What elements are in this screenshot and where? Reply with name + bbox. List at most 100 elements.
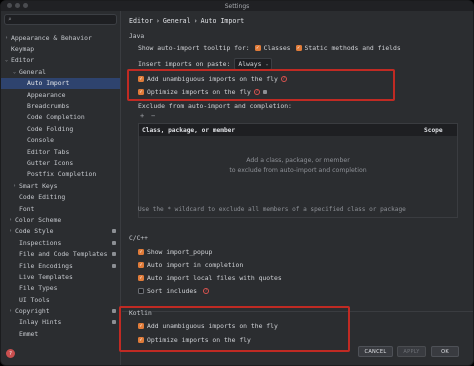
sidebar-item-code-editing[interactable]: Code Editing xyxy=(1,191,120,202)
sidebar-item-label: File Encodings xyxy=(19,261,73,270)
settings-sidebar: ⌕ › Appearance & Behavior Keymap ⌄ Editor ⌄ Ge… xyxy=(1,11,121,365)
window-title: Settings xyxy=(224,2,250,10)
tooltip-row: Show auto-import tooltip for: ✓ Classes … xyxy=(138,44,401,52)
sidebar-item-postfix-completion[interactable]: Postfix Completion xyxy=(1,169,120,180)
sidebar-item-font[interactable]: Font xyxy=(1,203,120,214)
breadcrumb-auto-import: Auto Import xyxy=(200,17,245,25)
sidebar-item-code-style[interactable]: › Code Style xyxy=(1,226,120,237)
sidebar-item-auto-import[interactable]: Auto Import xyxy=(1,77,120,89)
sidebar-item-label: Emmet xyxy=(19,329,39,338)
sidebar-item-label: File Types xyxy=(19,284,58,293)
cpp-show-popup-row: ✓ Show import_popup xyxy=(138,248,212,256)
sidebar-item-label: Editor Tabs xyxy=(27,147,70,156)
settings-window: Settings ⌕ › Appearance & Behavior Keymap ⌄… xyxy=(0,0,474,366)
sidebar-item-editor-tabs[interactable]: Editor Tabs xyxy=(1,146,120,157)
breadcrumb: Editor › General › Auto Import xyxy=(129,17,244,25)
project-settings-icon xyxy=(112,240,116,245)
sidebar-item-label: Inlay Hints xyxy=(19,318,62,327)
sidebar-item-file-encodings[interactable]: File Encodings xyxy=(1,260,120,271)
cpp-auto-import-quotes-row: ✓ Auto import local files with quotes xyxy=(138,274,282,282)
ok-button[interactable]: OK xyxy=(431,346,459,357)
sidebar-item-label: Breadcrumbs xyxy=(27,102,70,111)
static-methods-label: Static methods and fields xyxy=(304,44,401,52)
tooltip-label: Show auto-import tooltip for: xyxy=(138,44,250,52)
sidebar-item-label: Editor xyxy=(11,56,35,65)
sidebar-item-file-and-code-templates[interactable]: File and Code Templates xyxy=(1,248,120,259)
wildcard-note: Use the * wildcard to exclude all member… xyxy=(138,206,406,213)
project-settings-icon xyxy=(112,263,116,268)
sidebar-item-general[interactable]: ⌄ General xyxy=(1,66,120,77)
sidebar-item-inlay-hints[interactable]: Inlay Hints xyxy=(1,317,120,328)
breadcrumb-separator: › xyxy=(155,17,160,25)
sidebar-item-ui-tools[interactable]: UI Tools xyxy=(1,294,120,305)
title-bar: Settings xyxy=(1,1,473,11)
insert-imports-value: Always xyxy=(238,60,262,68)
show-import-popup-checkbox[interactable]: ✓ xyxy=(138,249,144,255)
sidebar-item-breadcrumbs[interactable]: Breadcrumbs xyxy=(1,100,120,111)
auto-import-quotes-label: Auto import local files with quotes xyxy=(147,274,282,282)
sidebar-item-keymap[interactable]: Keymap xyxy=(1,43,120,54)
sidebar-item-label: Keymap xyxy=(11,45,35,54)
cancel-button[interactable]: CANCEL xyxy=(358,346,393,357)
sidebar-item-emmet[interactable]: Emmet xyxy=(1,328,120,339)
sidebar-item-color-scheme[interactable]: › Color Scheme xyxy=(1,214,120,225)
sidebar-item-label: Appearance xyxy=(27,90,66,99)
cpp-sort-includes-row: Sort includes ? xyxy=(138,287,210,295)
zoom-window-button[interactable] xyxy=(23,3,28,8)
sidebar-item-gutter-icons[interactable]: Gutter Icons xyxy=(1,157,120,168)
help-icon[interactable]: ? xyxy=(6,349,15,358)
insert-imports-label: Insert imports on paste: xyxy=(138,60,231,68)
help-question-icon[interactable]: ? xyxy=(203,288,210,294)
auto-import-quotes-checkbox[interactable]: ✓ xyxy=(138,275,144,281)
apply-button[interactable]: APPLY xyxy=(397,346,426,357)
empty-state-line-1[interactable]: Add a class, package, or member xyxy=(139,157,457,164)
sidebar-item-label: File and Code Templates xyxy=(19,250,108,259)
column-header-scope[interactable]: Scope xyxy=(424,127,443,134)
search-icon: ⌕ xyxy=(8,16,12,23)
minimize-window-button[interactable] xyxy=(15,3,20,8)
classes-checkbox[interactable]: ✓ xyxy=(254,45,261,51)
sidebar-item-label: Postfix Completion xyxy=(27,170,97,179)
chevron-down-icon: ⌄ xyxy=(265,61,269,67)
add-exclusion-button[interactable]: + xyxy=(140,112,144,120)
sidebar-item-appearance[interactable]: Appearance xyxy=(1,89,120,100)
sidebar-item-copyright[interactable]: › Copyright xyxy=(1,305,120,316)
remove-exclusion-button[interactable]: − xyxy=(151,112,155,120)
cpp-auto-import-completion-row: ✓ Auto import in completion xyxy=(138,261,243,269)
cpp-section-title: C/C++ xyxy=(129,235,148,242)
project-settings-icon xyxy=(112,309,116,314)
sidebar-item-label: Appearance & Behavior xyxy=(11,33,92,42)
breadcrumb-general[interactable]: General xyxy=(163,17,191,25)
settings-tree: › Appearance & Behavior Keymap ⌄ Editor ⌄ Gene… xyxy=(1,32,120,340)
window-controls xyxy=(7,3,28,8)
close-window-button[interactable] xyxy=(7,3,12,8)
sidebar-item-label: General xyxy=(19,67,46,76)
table-header: Class, package, or member Scope xyxy=(139,124,457,136)
sidebar-item-label: Console xyxy=(27,136,54,145)
column-header-package[interactable]: Class, package, or member xyxy=(142,127,235,134)
sidebar-item-smart-keys[interactable]: › Smart Keys xyxy=(1,180,120,191)
sidebar-item-live-templates[interactable]: Live Templates xyxy=(1,271,120,282)
sort-includes-label: Sort includes xyxy=(147,287,198,295)
empty-state-line-2: to exclude from auto-import and completi… xyxy=(229,167,367,174)
breadcrumb-editor[interactable]: Editor xyxy=(129,17,153,25)
sidebar-item-file-types[interactable]: File Types xyxy=(1,283,120,294)
sidebar-item-inspections[interactable]: Inspections xyxy=(1,237,120,248)
sidebar-item-appearance-behavior[interactable]: › Appearance & Behavior xyxy=(1,32,120,43)
sidebar-item-label: Font xyxy=(19,204,35,213)
sidebar-item-label: Code Editing xyxy=(19,193,66,202)
project-settings-icon xyxy=(112,252,116,257)
sidebar-item-label: Inspections xyxy=(19,238,62,247)
search-input[interactable]: ⌕ xyxy=(4,14,117,25)
sidebar-item-console[interactable]: Console xyxy=(1,135,120,146)
sidebar-item-label: Code Style xyxy=(15,227,54,236)
sidebar-item-label: Code Completion xyxy=(27,113,85,122)
sidebar-item-code-folding[interactable]: Code Folding xyxy=(1,123,120,134)
auto-import-completion-checkbox[interactable]: ✓ xyxy=(138,262,144,268)
sidebar-item-code-completion[interactable]: Code Completion xyxy=(1,112,120,123)
sidebar-item-label: Color Scheme xyxy=(15,215,62,224)
sidebar-item-editor[interactable]: ⌄ Editor xyxy=(1,55,120,66)
sort-includes-checkbox[interactable] xyxy=(138,288,144,294)
static-methods-checkbox[interactable]: ✓ xyxy=(295,45,302,51)
project-settings-icon xyxy=(112,229,116,234)
